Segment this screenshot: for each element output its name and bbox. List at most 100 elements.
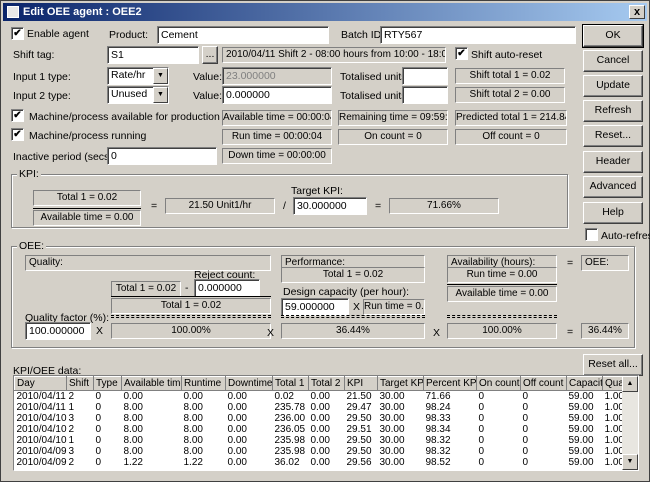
column-header[interactable]: Off count xyxy=(520,376,567,391)
kpi-fraction-line xyxy=(33,208,141,209)
predicted-total: Predicted total 1 = 214.84 xyxy=(455,110,567,126)
table-cell: 8.00 xyxy=(123,446,143,457)
column-header[interactable]: Type xyxy=(93,376,122,391)
table-row[interactable]: 2010/04/11 2 0 0.00 0.00 0.00 0.02 0.00 21.50 30.… xyxy=(15,391,639,403)
scroll-up-icon[interactable]: ▲ xyxy=(622,376,638,392)
table-cell: 30.00 xyxy=(379,413,405,424)
target-kpi-input[interactable]: 30.000000 xyxy=(293,197,367,215)
table-row[interactable]: 2010/04/10 3 0 8.00 8.00 0.00 236.00 0.00 29.50 3… xyxy=(15,413,639,424)
table-cell: 0.00 xyxy=(123,391,143,402)
table-cell: 59.00 xyxy=(568,446,594,457)
table-row[interactable]: 2010/04/10 1 0 8.00 8.00 0.00 235.98 0.00 29.50 3… xyxy=(15,435,639,446)
table-cell: 0.00 xyxy=(227,391,247,402)
close-button[interactable]: x xyxy=(629,5,645,19)
product-input[interactable]: Cement xyxy=(157,26,329,44)
table-cell: 98.33 xyxy=(425,413,451,424)
vertical-scrollbar[interactable]: ▲ ▼ xyxy=(622,376,638,470)
table-cell: 0 xyxy=(522,435,529,446)
table-cell: 0 xyxy=(95,457,102,468)
column-header[interactable]: On count xyxy=(476,376,521,391)
performance-divider xyxy=(281,315,425,318)
oee-equals-top: = xyxy=(567,257,574,269)
table-cell: 0.00 xyxy=(310,391,330,402)
input1-totalised-label: Totalised units: xyxy=(340,71,410,83)
update-button[interactable]: Update xyxy=(583,75,643,97)
table-cell: 98.34 xyxy=(425,424,451,435)
table-cell: 0 xyxy=(478,457,485,468)
table-row[interactable]: 2010/04/09 3 0 8.00 8.00 0.00 235.98 0.00 29.50 3… xyxy=(15,446,639,457)
column-header[interactable]: Target KPI xyxy=(377,376,424,391)
input1-totalised-input[interactable] xyxy=(402,67,448,85)
table-row[interactable]: 2010/04/09 2 0 1.22 1.22 0.00 36.02 0.00 29.56 30… xyxy=(15,457,639,468)
input2-type-select[interactable]: Unused ▼ xyxy=(107,86,169,104)
table-row[interactable]: 2010/04/11 1 0 8.00 8.00 0.00 235.78 0.00 29.47 3… xyxy=(15,402,639,413)
kpi-divide: / xyxy=(283,200,286,212)
table-cell: 8.00 xyxy=(123,402,143,413)
column-header[interactable]: Available time xyxy=(121,376,182,391)
table-cell: 0 xyxy=(522,413,529,424)
kpi-group-label: KPI: xyxy=(17,168,41,180)
shift-total-2: Shift total 2 = 0.00 xyxy=(455,87,565,103)
table-cell: 98.32 xyxy=(425,446,451,457)
reset-all-button[interactable]: Reset all... xyxy=(583,354,643,376)
shift-tag-browse-button[interactable]: ... xyxy=(202,46,218,64)
table-row[interactable]: 2010/04/10 2 0 8.00 8.00 0.00 236.05 0.00 29.51 3… xyxy=(15,424,639,435)
table-cell: 2 xyxy=(68,457,75,468)
table-cell: 36.02 xyxy=(274,457,300,468)
table-cell: 0 xyxy=(478,435,485,446)
column-header[interactable]: Capacity xyxy=(566,376,603,391)
table-cell: 8.00 xyxy=(183,435,203,446)
column-header[interactable]: Runtime xyxy=(181,376,226,391)
column-header[interactable]: Total 2 xyxy=(308,376,345,391)
refresh-button[interactable]: Refresh xyxy=(583,100,643,122)
on-count: On count = 0 xyxy=(338,129,448,145)
enable-agent-checkbox[interactable]: ✔ xyxy=(11,27,24,40)
table-cell: 0 xyxy=(95,413,102,424)
quality-fraction-line xyxy=(111,296,271,297)
kpi-equals-2: = xyxy=(375,200,382,212)
running-checkbox[interactable]: ✔ xyxy=(11,128,24,141)
shift-auto-reset-checkbox[interactable]: ✔ xyxy=(455,47,468,60)
design-capacity-input[interactable]: 59.000000 xyxy=(281,298,349,316)
quality-divider xyxy=(111,315,271,318)
input1-value-input[interactable]: 23.000000 xyxy=(222,67,332,85)
table-cell: 21.50 xyxy=(346,391,372,402)
availability-fraction-line xyxy=(447,284,557,285)
help-button[interactable]: Help xyxy=(583,202,643,224)
inactive-period-input[interactable]: 0 xyxy=(107,147,217,165)
advanced-button[interactable]: Advanced xyxy=(583,176,643,198)
shift-tag-input[interactable]: S1 xyxy=(107,46,199,64)
table-cell: 29.56 xyxy=(346,457,372,468)
cancel-button[interactable]: Cancel xyxy=(583,50,643,72)
table-cell: 0.00 xyxy=(310,457,330,468)
column-header[interactable]: Percent KPI xyxy=(423,376,477,391)
quality-factor-input[interactable]: 100.000000 xyxy=(25,322,91,340)
available-checkbox[interactable]: ✔ xyxy=(11,109,24,122)
column-header[interactable]: KPI xyxy=(344,376,378,391)
input1-type-select[interactable]: Rate/hr ▼ xyxy=(107,67,169,85)
performance-total: Total 1 = 0.02 xyxy=(281,267,425,283)
batch-id-label: Batch ID: xyxy=(341,29,385,41)
column-header[interactable]: Total 1 xyxy=(272,376,309,391)
quality-result: 100.00% xyxy=(111,323,271,339)
table-cell: 236.00 xyxy=(274,413,306,424)
table-cell: 8.00 xyxy=(183,446,203,457)
table-cell: 235.78 xyxy=(274,402,306,413)
data-grid[interactable]: Day Shift Type Available time Runtime Downtim… xyxy=(13,375,639,471)
header-button[interactable]: Header xyxy=(583,151,643,173)
column-header[interactable]: Day xyxy=(14,376,67,391)
batch-id-input[interactable]: RTY567 xyxy=(380,26,576,44)
auto-refresh-checkbox[interactable] xyxy=(585,228,598,241)
column-header[interactable]: Downtime xyxy=(225,376,273,391)
scroll-down-icon[interactable]: ▼ xyxy=(622,454,638,470)
input2-value-input[interactable]: 0.000000 xyxy=(222,86,332,104)
kpi-numerator: Total 1 = 0.02 xyxy=(33,190,141,206)
table-cell: 30.00 xyxy=(379,391,405,402)
table-cell: 1 xyxy=(68,435,75,446)
reset-button[interactable]: Reset... xyxy=(583,125,643,147)
input2-totalised-input[interactable] xyxy=(402,86,448,104)
reject-count-input[interactable]: 0.000000 xyxy=(194,279,260,297)
column-header[interactable]: Shift xyxy=(66,376,94,391)
ok-button[interactable]: OK xyxy=(582,24,644,48)
input1-value-label: Value: xyxy=(193,71,222,83)
